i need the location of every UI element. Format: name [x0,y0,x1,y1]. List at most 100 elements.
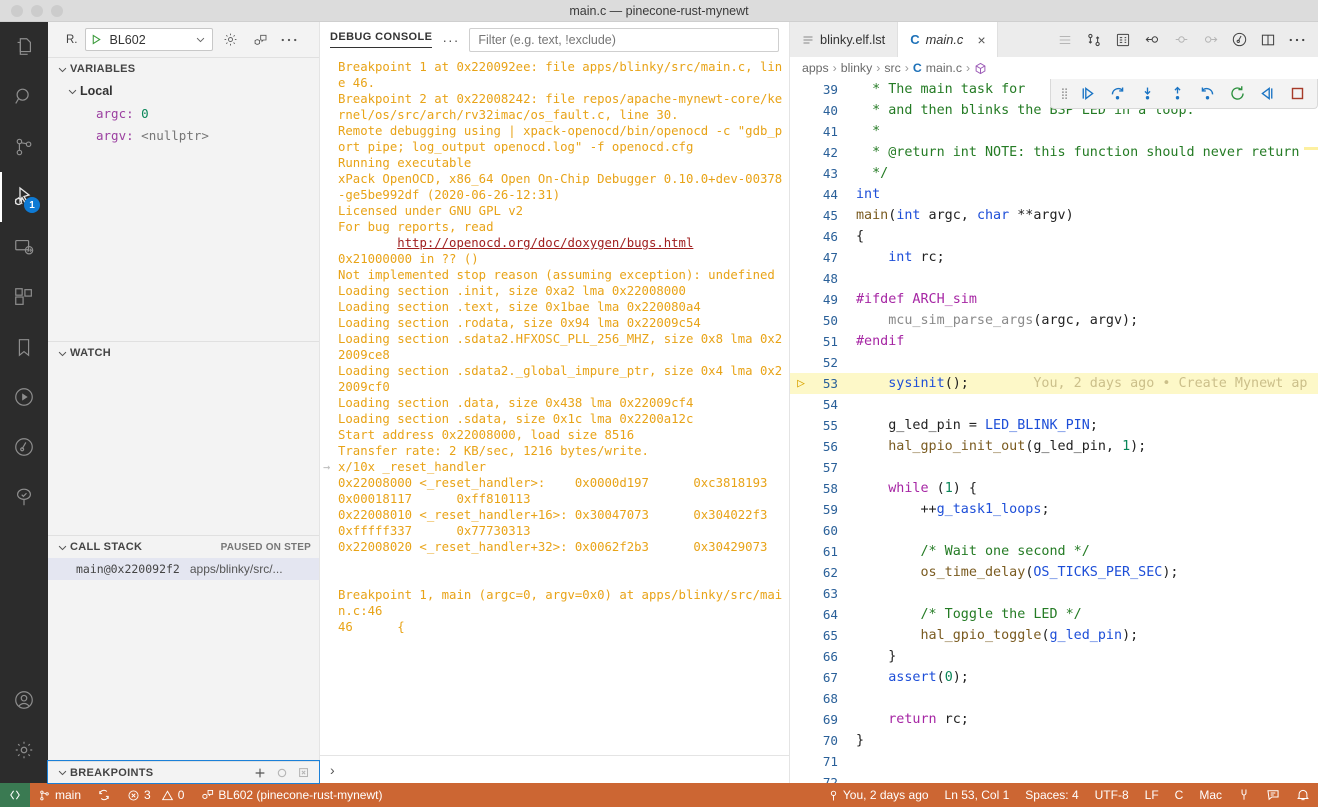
launch-config-dropdown[interactable]: BL602 [84,28,213,51]
breakpoint-arrow-icon[interactable]: ▷ [790,376,812,391]
breadcrumb-item-src[interactable]: src [884,61,900,75]
call-stack-header[interactable]: CALL STACK PAUSED ON STEP [48,536,319,558]
status-language-mode[interactable]: C [1167,783,1192,807]
status-notifications[interactable] [1288,783,1318,807]
console-link[interactable]: http://openocd.org/doc/doxygen/bugs.html [397,236,693,250]
code-line[interactable]: 65 hal_gpio_toggle(g_led_pin); [790,625,1318,646]
code-line[interactable]: 64 /* Toggle the LED */ [790,604,1318,625]
code-line[interactable]: 63 [790,583,1318,604]
scope-local-row[interactable]: Local [48,80,319,102]
code-line[interactable]: 70} [790,730,1318,751]
arrow-back-dot-icon[interactable] [1139,27,1165,53]
activity-extensions[interactable] [0,272,48,322]
close-icon[interactable]: × [977,32,985,48]
code-line[interactable]: 46 { [790,226,1318,247]
restart-button[interactable] [1223,80,1251,108]
code-line[interactable]: 49 #ifdef ARCH_sim [790,289,1318,310]
code-line[interactable]: 41 * [790,121,1318,142]
code-line[interactable]: 61 /* Wait one second */ [790,541,1318,562]
activity-explorer[interactable] [0,22,48,72]
code-line[interactable]: 55 g_led_pin = LED_BLINK_PIN; [790,415,1318,436]
code-line[interactable]: 50 mcu_sim_parse_args(argc, argv); [790,310,1318,331]
close-window-button[interactable] [11,4,23,17]
split-editor-icon[interactable] [1255,27,1281,53]
activity-source-control[interactable] [0,122,48,172]
activity-bookmarks[interactable] [0,322,48,372]
status-remote-host[interactable] [0,783,30,807]
activity-timeline[interactable] [0,422,48,472]
add-function-breakpoint-icon[interactable] [251,764,269,782]
status-debug-session[interactable]: BL602 (pinecone-rust-mynewt) [192,783,390,807]
status-platform[interactable]: Mac [1191,783,1230,807]
ellipsis-icon[interactable]: ··· [442,32,459,48]
code-line[interactable]: 51 #endif [790,331,1318,352]
breadcrumb-item-apps[interactable]: apps [802,61,829,75]
step-out-button[interactable] [1163,80,1191,108]
code-line[interactable]: 56 hal_gpio_init_out(g_led_pin, 1); [790,436,1318,457]
reverse-continue-button[interactable] [1253,80,1281,108]
breadcrumb-item-blinky[interactable]: blinky [841,61,872,75]
variable-row[interactable]: argc: 0 [48,102,319,124]
step-over-button[interactable] [1103,80,1131,108]
status-sync[interactable] [89,783,119,807]
activity-health[interactable] [0,472,48,522]
ellipsis-icon[interactable] [1284,27,1310,53]
code-line[interactable]: 67 assert(0); [790,667,1318,688]
code-line[interactable]: 58 while (1) { [790,478,1318,499]
dot-circle-icon[interactable] [1168,27,1194,53]
symbol-icon[interactable] [974,62,987,75]
window-controls[interactable] [0,4,63,17]
watch-header[interactable]: WATCH [48,342,319,364]
status-branch[interactable]: main [30,783,89,807]
activity-run-and-debug[interactable]: 1 [0,172,48,222]
status-indentation[interactable]: Spaces: 4 [1017,783,1086,807]
code-line[interactable]: 57 [790,457,1318,478]
code-line[interactable]: 60 [790,520,1318,541]
status-git-blame[interactable]: You, 2 days ago [820,783,937,807]
code-line[interactable]: 42 * @return int NOTE: this function sho… [790,142,1318,163]
debug-console-input-row[interactable]: › [320,755,789,783]
code-line[interactable]: 59 ++g_task1_loops; [790,499,1318,520]
minimize-window-button[interactable] [31,4,43,17]
breakpoints-section-header[interactable]: BREAKPOINTS [47,760,320,784]
toggle-breakpoints-icon[interactable] [273,764,291,782]
variables-header[interactable]: VARIABLES [48,58,319,80]
start-debug-icon[interactable] [86,33,108,46]
code-line[interactable]: 69 return rc; [790,709,1318,730]
code-line[interactable]: 47 int rc; [790,247,1318,268]
views-and-more-actions-icon[interactable] [278,29,300,51]
disassembly-icon[interactable] [1110,27,1136,53]
code-line[interactable]: 71 [790,751,1318,772]
code-line[interactable]: 54 [790,394,1318,415]
code-line[interactable]: 45 main(int argc, char **argv) [790,205,1318,226]
step-into-button[interactable] [1133,80,1161,108]
tab-debug-console[interactable]: DEBUG CONSOLE [330,31,433,48]
status-eol[interactable]: LF [1137,783,1167,807]
compare-icon[interactable] [1081,27,1107,53]
open-debug-console-icon[interactable] [249,29,271,51]
dot-arrow-right-icon[interactable] [1197,27,1223,53]
variable-row[interactable]: argv: <nullptr> [48,124,319,146]
step-back-button[interactable] [1193,80,1221,108]
code-line[interactable]: 72 [790,772,1318,783]
menu-icon[interactable] [1052,27,1078,53]
remove-all-breakpoints-icon[interactable] [295,764,313,782]
code-line[interactable]: 68 [790,688,1318,709]
activity-remote-explorer[interactable] [0,222,48,272]
status-cursor-position[interactable]: Ln 53, Col 1 [937,783,1018,807]
status-power[interactable] [1230,783,1258,807]
code-line[interactable]: 43 */ [790,163,1318,184]
code-line[interactable]: 52 [790,352,1318,373]
activity-search[interactable] [0,72,48,122]
console-filter-input[interactable] [469,27,779,52]
status-problems[interactable]: 3 0 [119,783,192,807]
code-line[interactable]: 66 } [790,646,1318,667]
code-editor[interactable]: 39 * The main task for 40 * and then bli… [790,79,1318,783]
tab-blinky-elf-lst[interactable]: blinky.elf.lst [790,22,899,57]
continue-button[interactable] [1073,80,1101,108]
clock-arrow-icon[interactable] [1226,27,1252,53]
status-encoding[interactable]: UTF-8 [1087,783,1137,807]
code-line[interactable]: 44 int [790,184,1318,205]
call-stack-frame[interactable]: main@0x220092f2 apps/blinky/src/... [48,558,319,580]
code-line[interactable]: 48 [790,268,1318,289]
